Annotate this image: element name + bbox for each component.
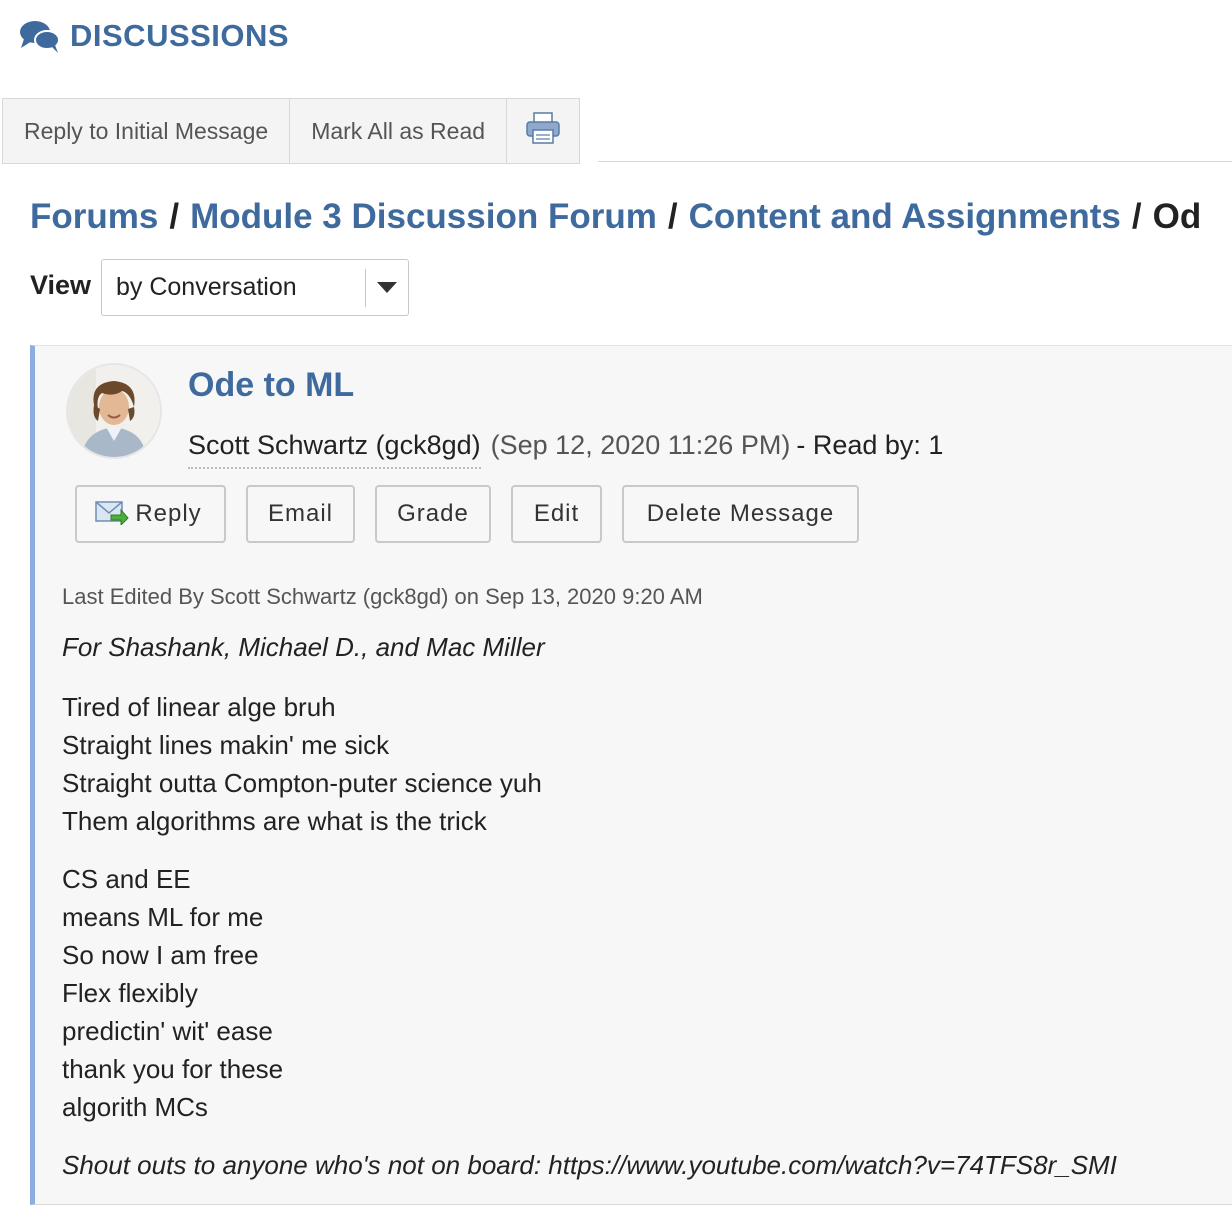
grade-button[interactable]: Grade: [375, 485, 491, 543]
edit-button[interactable]: Edit: [511, 485, 602, 543]
chevron-down-icon: [366, 281, 408, 294]
message-body: For Shashank, Michael D., and Mac Miller…: [62, 631, 1232, 1184]
print-button[interactable]: [507, 99, 579, 163]
breadcrumb-current: Od: [1152, 197, 1202, 236]
message-title[interactable]: Ode to ML: [188, 366, 354, 405]
avatar: [66, 363, 162, 459]
printer-icon: [525, 111, 561, 151]
breadcrumb-topic-link[interactable]: Content and Assignments: [689, 197, 1121, 236]
poem-line: thank you for these: [62, 1054, 284, 1084]
shoutout-line[interactable]: Shout outs to anyone who's not on board:…: [62, 1146, 1232, 1184]
breadcrumb-forums-link[interactable]: Forums: [30, 197, 158, 236]
poem-line: predictin' wit' ease: [62, 1016, 273, 1046]
poem-line: Flex flexibly: [62, 978, 198, 1008]
view-select-value: by Conversation: [116, 273, 297, 301]
last-edited-note: Last Edited By Scott Schwartz (gck8gd) o…: [62, 584, 703, 609]
breadcrumb-separator: /: [667, 197, 678, 236]
view-select[interactable]: by Conversation: [101, 259, 409, 316]
stanza-1: Tired of linear alge bruh Straight lines…: [62, 688, 1232, 840]
reply-envelope-icon: [95, 497, 129, 532]
poem-line: Straight lines makin' me sick: [62, 730, 390, 760]
email-button[interactable]: Email: [246, 485, 355, 543]
message-date: (Sep 12, 2020 11:26 PM): [490, 430, 791, 460]
poem-line: Straight outta Compton-puter science yuh: [62, 768, 542, 798]
message-meta: Scott Schwartz (gck8gd) (Sep 12, 2020 11…: [188, 430, 943, 469]
dedication-line: For Shashank, Michael D., and Mac Miller: [62, 632, 545, 662]
speech-bubbles-icon: [18, 16, 62, 56]
breadcrumb-separator: /: [1131, 197, 1142, 236]
poem-line: CS and EE: [62, 864, 191, 894]
poem-line: algorith MCs: [62, 1092, 208, 1122]
message-panel: Ode to ML Scott Schwartz (gck8gd) (Sep 1…: [30, 345, 1232, 1205]
reply-label: Reply: [135, 500, 202, 527]
page-header: DISCUSSIONS: [18, 16, 289, 56]
poem-line: means ML for me: [62, 902, 264, 932]
breadcrumb-module-link[interactable]: Module 3 Discussion Forum: [190, 197, 657, 236]
view-label: View: [30, 270, 92, 300]
toolbar-divider: [598, 161, 1232, 162]
page-title: DISCUSSIONS: [70, 18, 290, 53]
breadcrumb-separator: /: [169, 197, 180, 236]
delete-message-button[interactable]: Delete Message: [622, 485, 859, 543]
toolbar: Reply to Initial Message Mark All as Rea…: [2, 98, 581, 164]
mark-all-as-read-button[interactable]: Mark All as Read: [290, 99, 508, 163]
discussion-page: DISCUSSIONS Reply to Initial Message Mar…: [0, 0, 1232, 1220]
reply-to-initial-message-button[interactable]: Reply to Initial Message: [3, 99, 291, 163]
message-author[interactable]: Scott Schwartz (gck8gd): [188, 430, 481, 469]
breadcrumb: Forums / Module 3 Discussion Forum / Content…: [30, 197, 1201, 237]
reply-button[interactable]: Reply: [75, 485, 226, 543]
poem-line: Them algorithms are what is the trick: [62, 806, 487, 836]
message-actions: Reply Email Grade Edit Delete Message: [75, 485, 879, 543]
read-by-count: - Read by: 1: [796, 430, 944, 460]
stanza-2: CS and EE means ML for me So now I am fr…: [62, 860, 1232, 1126]
poem-line: So now I am free: [62, 940, 259, 970]
poem-line: Tired of linear alge bruh: [62, 692, 336, 722]
